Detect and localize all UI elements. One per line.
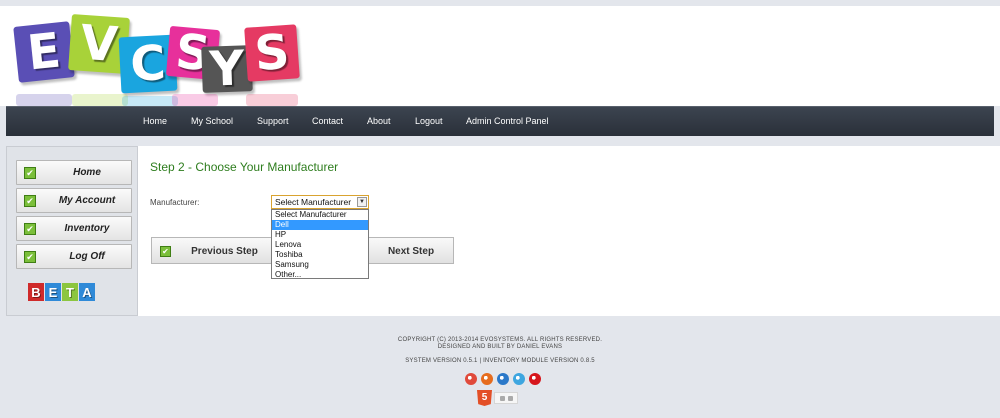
- evcsys-logo[interactable]: E V C S Y S: [13, 14, 304, 108]
- sidebar-item-label: Log Off: [69, 251, 105, 262]
- semantics-icon: [507, 395, 513, 401]
- logo-letter: E: [24, 22, 64, 82]
- manufacturer-dropdown-list: Select Manufacturer Dell HP Lenova Toshi…: [271, 209, 369, 279]
- sidebar-item-home[interactable]: ✔ Home: [16, 160, 132, 185]
- dropdown-option[interactable]: Other...: [272, 270, 368, 280]
- dropdown-option[interactable]: Lenova: [272, 240, 368, 250]
- tech-badges: [494, 392, 518, 404]
- dropdown-option[interactable]: Samsung: [272, 260, 368, 270]
- logo-letter: C: [128, 35, 168, 93]
- nav-contact[interactable]: Contact: [312, 116, 343, 126]
- footer-version: SYSTEM VERSION 0.5.1 | INVENTORY MODULE …: [405, 358, 595, 364]
- footer-credits: DESIGNED AND BUILT BY DANIEL EVANS: [437, 344, 563, 350]
- logo-tile-s2: S: [244, 23, 300, 83]
- logo-reflection: [122, 96, 178, 106]
- firefox-icon: [481, 373, 493, 385]
- html5-icon: 5: [477, 390, 492, 406]
- logo-letter: S: [252, 23, 292, 83]
- sidebar-item-label: Inventory: [64, 223, 110, 234]
- beta-letter: A: [79, 283, 95, 301]
- beta-letter: T: [62, 283, 78, 301]
- nav-my-school[interactable]: My School: [191, 116, 233, 126]
- beta-letter: E: [45, 283, 61, 301]
- check-icon: ✔: [24, 167, 36, 179]
- logo-reflection: [72, 94, 128, 106]
- nav-admin-control-panel[interactable]: Admin Control Panel: [466, 116, 549, 126]
- next-step-label: Next Step: [387, 246, 435, 257]
- logo-letter: V: [78, 14, 120, 74]
- sidebar-item-label: Home: [73, 167, 101, 178]
- footer-copyright: COPYRIGHT (C) 2013-2014 EVOSYSTEMS. ALL …: [397, 337, 603, 343]
- nav-about[interactable]: About: [367, 116, 391, 126]
- logo-letter: Y: [208, 40, 246, 98]
- previous-step-label: Previous Step: [191, 246, 258, 257]
- chrome-icon: [465, 373, 477, 385]
- logo-tile-e: E: [13, 21, 75, 83]
- check-icon: ✔: [160, 246, 171, 257]
- sidebar-item-label: My Account: [58, 195, 116, 206]
- nav-home[interactable]: Home: [143, 116, 167, 126]
- logo-reflection: [172, 94, 218, 106]
- dropdown-option[interactable]: Toshiba: [272, 250, 368, 260]
- check-icon: ✔: [24, 223, 36, 235]
- logo-reflection: [246, 94, 298, 106]
- beta-letter: B: [28, 283, 44, 301]
- sidebar-item-my-account[interactable]: ✔ My Account: [16, 188, 132, 213]
- opera-icon: [529, 373, 541, 385]
- safari-icon: [513, 373, 525, 385]
- check-icon: ✔: [24, 251, 36, 263]
- nav-support[interactable]: Support: [257, 116, 289, 126]
- browser-icons: [465, 373, 545, 385]
- check-icon: ✔: [24, 195, 36, 207]
- ie-icon: [497, 373, 509, 385]
- nav-logout[interactable]: Logout: [415, 116, 443, 126]
- sidebar-item-inventory[interactable]: ✔ Inventory: [16, 216, 132, 241]
- dropdown-option[interactable]: Select Manufacturer: [272, 210, 368, 220]
- css-icon: [499, 395, 505, 401]
- logo-reflection: [16, 94, 72, 106]
- beta-badge: B E T A: [28, 283, 96, 303]
- dropdown-option[interactable]: HP: [272, 230, 368, 240]
- previous-step-button[interactable]: ✔ Previous Step: [151, 237, 272, 264]
- dropdown-option-highlighted[interactable]: Dell: [272, 220, 368, 230]
- next-step-button[interactable]: Next Step: [358, 237, 454, 264]
- sidebar-item-log-off[interactable]: ✔ Log Off: [16, 244, 132, 269]
- manufacturer-select-value: Select Manufacturer: [275, 197, 352, 207]
- manufacturer-select[interactable]: Select Manufacturer ▼: [271, 195, 369, 209]
- page-title: Step 2 - Choose Your Manufacturer: [150, 160, 339, 174]
- top-navbar: Home My School Support Contact About Log…: [6, 106, 994, 136]
- manufacturer-label: Manufacturer:: [150, 198, 200, 207]
- chevron-down-icon[interactable]: ▼: [357, 197, 367, 207]
